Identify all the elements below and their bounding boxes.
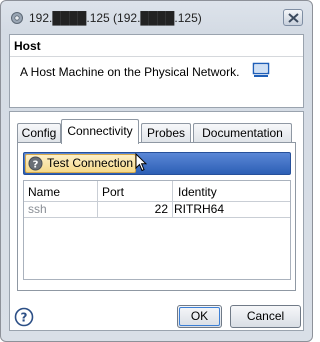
content-area: Config Connectivity Probes Documentation… <box>9 111 304 331</box>
svg-text:?: ? <box>33 160 39 171</box>
close-icon <box>288 13 299 23</box>
cancel-button[interactable]: Cancel <box>230 305 301 328</box>
table-row[interactable]: ssh 22 RITRH64 <box>24 201 290 218</box>
dialog-window: 192.████.125 (192.████.125) Host A Host … <box>0 0 313 342</box>
tab-connectivity[interactable]: Connectivity <box>61 119 139 144</box>
cell-name: ssh <box>28 202 47 216</box>
test-connection-button[interactable]: ? Test Connection <box>25 154 136 173</box>
header-description: A Host Machine on the Physical Network. <box>20 65 240 79</box>
table-header: Name Port Identity <box>24 181 290 202</box>
title-bar[interactable]: 192.████.125 (192.████.125) <box>1 1 312 31</box>
mouse-cursor-icon <box>135 152 148 175</box>
connectivity-panel: ? Test Connection Name Port Identity ssh… <box>17 142 296 291</box>
monitor-icon <box>252 62 270 78</box>
window-title: 192.████.125 (192.████.125) <box>29 11 202 25</box>
cell-identity: RITRH64 <box>174 202 225 216</box>
ok-button[interactable]: OK <box>177 305 222 328</box>
header-title: Host <box>14 39 41 53</box>
settings-icon <box>10 11 24 25</box>
header-panel: Host A Host Machine on the Physical Netw… <box>9 34 304 108</box>
ok-label: OK <box>190 309 209 323</box>
column-header-port[interactable]: Port <box>102 185 124 199</box>
cell-port: 22 <box>154 202 168 216</box>
column-header-name[interactable]: Name <box>28 185 60 199</box>
connections-table: Name Port Identity ssh 22 RITRH64 <box>23 180 291 280</box>
close-button[interactable] <box>283 9 303 26</box>
column-header-identity[interactable]: Identity <box>178 185 217 199</box>
tab-probes[interactable]: Probes <box>141 123 191 143</box>
help-icon: ? <box>28 156 43 171</box>
test-connection-label: Test Connection <box>47 156 134 170</box>
toolbar: ? Test Connection <box>23 152 291 175</box>
svg-text:?: ? <box>21 311 28 325</box>
help-icon[interactable]: ? <box>14 307 34 327</box>
header-divider <box>10 56 303 57</box>
tab-config[interactable]: Config <box>17 123 61 143</box>
tab-documentation[interactable]: Documentation <box>193 123 292 143</box>
